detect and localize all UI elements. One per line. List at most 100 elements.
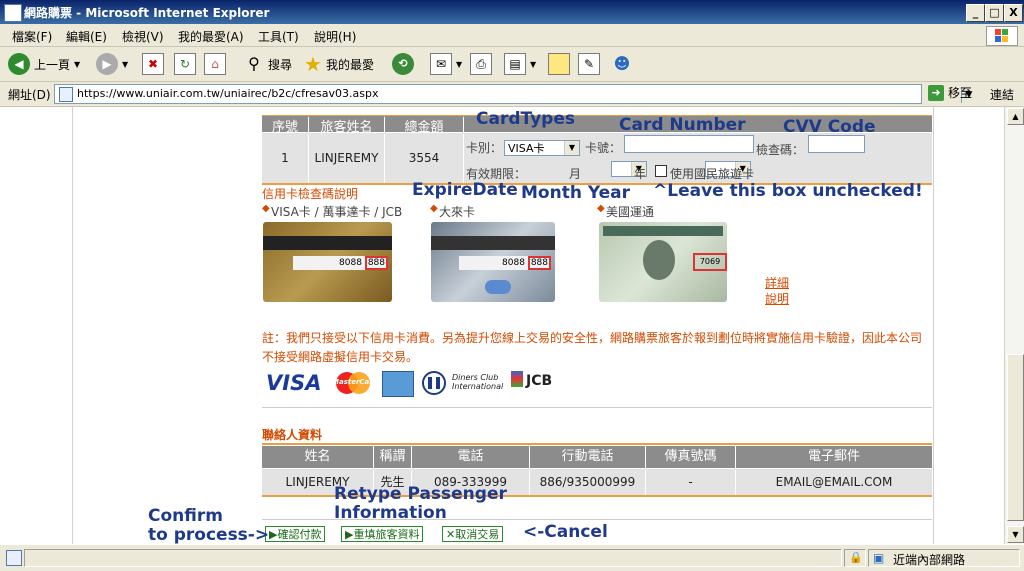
contact-fax: - [646,469,735,495]
jcb-logo-mark [511,371,523,387]
cvv-input[interactable] [808,135,865,153]
amex-card-front-image: 7069 [599,222,727,302]
intranet-zone-icon: ▣ [873,551,885,565]
cvv-label: 檢查碼： [756,143,805,157]
cvv-help-title: 信用卡檢查碼說明 [262,187,359,201]
go-arrow-icon: ➜ [928,84,944,101]
edit-button[interactable]: ▤ ▼ [504,53,536,75]
history-button[interactable]: ⟲ [392,53,414,75]
stop-button[interactable]: ✖ [142,53,164,75]
address-url: https://www.uniair.com.tw/uniairec/b2c/c… [77,87,379,100]
research-button[interactable]: ✎ [578,53,600,75]
go-button[interactable]: ➜ 移至 [928,84,972,101]
windows-logo-icon [986,26,1018,46]
menu-file[interactable]: 檔案(F) [12,28,52,45]
favorites-button[interactable]: ★ 我的最愛 [304,52,374,76]
forward-button[interactable]: ▶ ▼ [96,53,128,75]
amex-help-label: 美國運通 [606,205,655,219]
edit-dropdown-icon: ▼ [530,59,537,69]
menu-edit[interactable]: 編輯(E) [66,28,107,45]
address-input[interactable]: https://www.uniair.com.tw/uniairec/b2c/c… [54,84,976,104]
maximize-button[interactable]: □ [985,4,1004,22]
domestic-travel-checkbox[interactable] [655,165,667,177]
passenger-header-amount: 總金額 [385,116,463,135]
diners-club-logo: Diners Club International [420,371,504,395]
standard-toolbar: ◀ 上一頁 ▼ ▶ ▼ ✖ ↻ ⌂ ⚲ 搜尋 ★ 我的最愛 ⟲ ✉ ▼ ⎙ ▤ ▼ … [0,47,1024,82]
passenger-header-seq: 序號 [262,116,308,135]
scroll-thumb[interactable] [1007,354,1024,521]
lock-pane: 🔒 [844,549,866,567]
star-icon: ★ [304,52,322,76]
magnetic-stripe [263,236,392,250]
menu-tools[interactable]: 工具(T) [258,28,299,45]
back-dropdown-icon: ▼ [74,59,81,69]
scroll-down-icon[interactable]: ▼ [1007,526,1024,543]
contact-mobile: 886/935000999 [530,469,645,495]
signature-number: 8088 [502,258,525,268]
visa-help-label: VISA卡 / 萬事達卡 / JCB [271,205,403,219]
print-button[interactable]: ⎙ [470,53,492,75]
address-bar: 網址(D) https://www.uniair.com.tw/uniairec… [0,82,1024,107]
menu-view[interactable]: 檢視(V) [122,28,164,45]
amex-cvv-highlight: 7069 [693,253,727,271]
divider [262,443,932,445]
edit-icon: ▤ [504,53,526,75]
amex-logo [382,371,414,397]
passenger-name: LINJEREMY [309,133,384,183]
back-button[interactable]: ◀ 上一頁 ▼ [8,53,80,75]
retype-passenger-label: 重填旅客資料 [353,528,420,541]
card-type-dropdown-icon: ▼ [564,141,579,155]
passenger-amount: 3554 [385,133,463,183]
page-border-right [933,107,934,544]
vertical-scrollbar[interactable]: ▲ ▼ [1004,107,1024,544]
refresh-button[interactable]: ↻ [174,53,196,75]
refresh-icon: ↻ [174,53,196,75]
divider [262,407,932,408]
diners-logo-text: Diners Club International [452,373,504,391]
address-label: 網址(D) [8,88,51,102]
history-icon: ⟲ [392,53,414,75]
diners-help-label: 大來卡 [439,205,476,219]
home-button[interactable]: ⌂ [204,53,226,75]
minimize-button[interactable]: _ [966,4,985,22]
confirm-payment-button[interactable]: ▶確認付款 [265,526,326,542]
annotation-cvv-code: CVV Code [783,117,876,137]
links-button[interactable]: 連結 [990,86,1014,103]
search-button[interactable]: ⚲ 搜尋 [244,53,292,75]
amex-banner [603,226,723,236]
menu-bar: 檔案(F) 編輯(E) 檢視(V) 我的最愛(A) 工具(T) 說明(H) [0,24,1024,47]
passenger-header-name: 旅客姓名 [309,116,384,135]
scroll-up-icon[interactable]: ▲ [1007,108,1024,125]
annotation-month-year: Month Year [521,183,630,203]
retype-passenger-button[interactable]: ▶重填旅客資料 [341,526,424,542]
detail-link[interactable]: 詳細說明 [765,275,793,307]
card-type-value: VISA卡 [508,142,545,155]
cancel-transaction-button[interactable]: ✕取消交易 [442,526,504,542]
month-unit: 月 [569,167,582,181]
mail-button[interactable]: ✉ ▼ [430,53,462,75]
close-button[interactable]: X [1004,4,1023,22]
annotation-card-types: CardTypes [476,109,575,129]
messenger-button[interactable]: ☻ [612,53,632,75]
contact-header-fax: 傳真號碼 [646,446,735,468]
printer-icon: ⎙ [470,53,492,75]
annotation-cancel: <-Cancel [523,522,608,542]
card-number-label: 卡號： [585,141,622,155]
favorites-label: 我的最愛 [325,57,374,72]
annotation-confirm-line1: Confirm [148,506,223,526]
card-number-input[interactable] [624,135,754,153]
messenger-icon: ☻ [613,54,631,73]
menu-help[interactable]: 說明(H) [314,28,356,45]
menu-favorites[interactable]: 我的最愛(A) [178,28,244,45]
page-icon [59,87,73,102]
card-type-select[interactable]: VISA卡 ▼ [504,140,580,156]
cancel-transaction-label: 取消交易 [455,528,500,541]
discuss-button[interactable] [548,53,570,75]
contact-header-title: 稱謂 [374,446,411,468]
status-bar: 🔒 ▣ 近端內部網路 [0,544,1024,571]
visa-card-back-image: 8088 888 [263,222,392,302]
year-unit: 年 [634,167,647,181]
contact-title: 聯絡人資料 [262,428,323,442]
zone-pane: ▣ 近端內部網路 [868,549,1020,567]
ie-page-icon [4,4,22,22]
